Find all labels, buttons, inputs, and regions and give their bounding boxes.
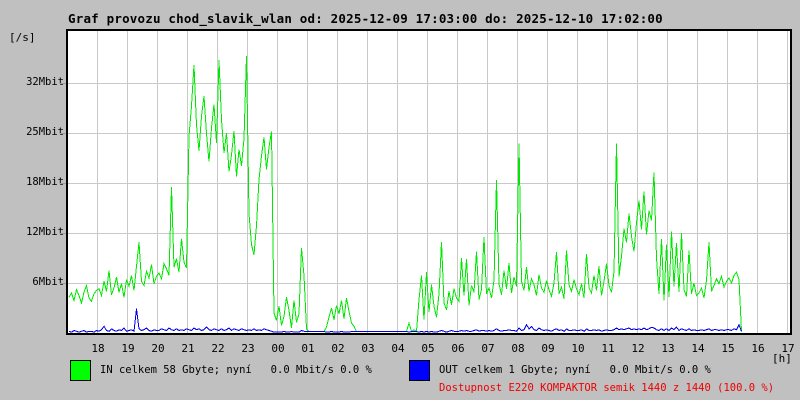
x-tick-label: 02 — [331, 342, 345, 355]
x-tick-label: 11 — [601, 342, 615, 355]
availability-status-text: Dostupnost E220 KOMPAKTOR semik 1440 z 1… — [439, 382, 775, 394]
x-tick-label: 19 — [121, 342, 135, 355]
x-tick-label: 14 — [691, 342, 705, 355]
x-tick-label: 22 — [211, 342, 225, 355]
y-tick-mark — [60, 133, 66, 134]
y-tick-mark — [60, 83, 66, 84]
x-tick-label: 23 — [241, 342, 255, 355]
series-in-line — [68, 55, 742, 333]
y-tick-label: 6Mbit — [32, 276, 64, 288]
x-tick-label: 13 — [661, 342, 675, 355]
x-tick-label: 15 — [721, 342, 735, 355]
y-tick-label: 32Mbit — [26, 76, 64, 88]
x-tick-label: 06 — [451, 342, 465, 355]
y-tick-label: 25Mbit — [26, 126, 64, 138]
x-tick-label: 12 — [631, 342, 645, 355]
x-tick-label: 18 — [91, 342, 105, 355]
legend-in-label: IN celkem 58 Gbyte; nyní 0.0 Mbit/s 0.0 … — [100, 364, 372, 376]
x-tick-label: 20 — [151, 342, 165, 355]
graph-title: Graf provozu chod_slavik_wlan od: 2025-1… — [68, 11, 663, 26]
x-tick-label: 01 — [301, 342, 315, 355]
legend-out-label: OUT celkem 1 Gbyte; nyní 0.0 Mbit/s 0.0 … — [439, 364, 711, 376]
x-tick-label: 21 — [181, 342, 195, 355]
chart-plot-area — [66, 29, 792, 335]
x-tick-label: 05 — [421, 342, 435, 355]
x-tick-label: 16 — [751, 342, 765, 355]
x-tick-label: 04 — [391, 342, 405, 355]
y-axis-unit-label: [/s] — [9, 31, 36, 44]
x-tick-label: 07 — [481, 342, 495, 355]
legend-in-swatch — [70, 360, 91, 381]
series-out-line — [68, 308, 742, 333]
x-tick-label: 03 — [361, 342, 375, 355]
y-tick-label: 18Mbit — [26, 176, 64, 188]
x-tick-label: 08 — [511, 342, 525, 355]
x-tick-label: 09 — [541, 342, 555, 355]
legend-out-swatch — [409, 360, 430, 381]
x-tick-label: 00 — [271, 342, 285, 355]
x-tick-label: 10 — [571, 342, 585, 355]
y-tick-mark — [60, 183, 66, 184]
y-tick-label: 12Mbit — [26, 226, 64, 238]
y-tick-mark — [60, 283, 66, 284]
x-axis-unit-label: [h] — [772, 352, 792, 365]
traffic-graph-page: { "title": "Graf provozu chod_slavik_wla… — [0, 0, 800, 400]
traffic-chart — [68, 31, 790, 333]
y-tick-mark — [60, 233, 66, 234]
